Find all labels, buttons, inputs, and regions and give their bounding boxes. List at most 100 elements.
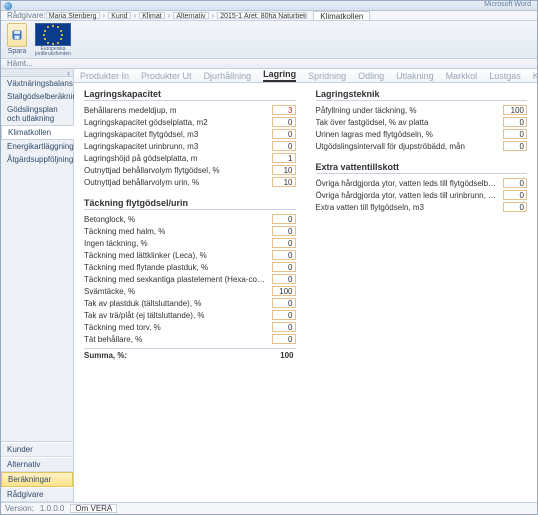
field-input[interactable]: 0 [272,322,296,332]
field-input[interactable]: 10 [272,165,296,175]
field-input[interactable]: 1 [272,153,296,163]
sidebar-item-4[interactable]: Energikartläggning [1,140,73,153]
sidebar: ‹ VäxtnäringsbalansStallgödselberäkningG… [1,69,74,502]
field-label: Outnyttjad behållarvolym flytgödsel, % [84,166,272,175]
field-input[interactable]: 0 [503,190,527,200]
section: Täckning flytgödsel/urinBetonglock, %0Tä… [84,198,296,360]
sidebar-item-0[interactable]: Växtnäringsbalans [1,77,73,90]
field-input[interactable]: 0 [272,274,296,284]
form-row: Lagringskapacitet urinbrunn, m30 [84,140,296,152]
main: Produkter In Produkter Ut Djurhållning Lagr… [74,69,537,502]
sidebar-item-2[interactable]: Gödslingsplan och utlakning [1,103,73,125]
field-input[interactable]: 0 [272,262,296,272]
save-button[interactable] [7,23,27,47]
form-row: Tak av trä/plåt (ej tältsluttande), %0 [84,309,296,321]
field-input[interactable]: 10 [272,177,296,187]
field-label: Lagringskapacitet gödselplatta, m2 [84,118,272,127]
field-input[interactable]: 0 [272,141,296,151]
sidebar-bottom-item-1[interactable]: Alternativ [1,457,73,472]
eu-flag-icon [35,23,71,46]
field-input[interactable]: 0 [272,310,296,320]
field-input[interactable]: 0 [272,334,296,344]
field-input[interactable]: 0 [503,129,527,139]
main-tabs: Produkter In Produkter Ut Djurhållning Lagr… [74,69,537,83]
section-title: Extra vattentillskott [316,162,528,174]
chevron-right-icon: › [131,11,140,20]
form-row: Outnyttjad behållarvolym flytgödsel, %10 [84,164,296,176]
form-row: Täckning med halm, %0 [84,225,296,237]
field-input[interactable]: 0 [272,129,296,139]
breadcrumb-klimat[interactable]: Klimat [139,12,164,19]
tab-spridning[interactable]: Spridning [308,71,346,82]
form-row: Behållarens medeldjup, m3 [84,104,296,116]
field-label: Övriga hårdgjorda ytor, vatten leds till… [316,179,504,188]
tab-lustgas[interactable]: Lustgas [489,71,521,82]
breadcrumb-kund[interactable]: Kund [108,12,130,19]
field-label: Extra vatten till flytgödseln, m3 [316,203,504,212]
tab-markkol[interactable]: Markkol [446,71,478,82]
about-button[interactable]: Om VERA [70,504,117,513]
section: Extra vattentillskott Övriga hårdgjorda y… [316,162,528,213]
tab-utlakning[interactable]: Utlakning [396,71,434,82]
breadcrumb-year[interactable]: 2015-1 Året: 80ha Naturbete Sta [217,12,307,19]
tab-djurhållning[interactable]: Djurhållning [204,71,252,82]
field-label: Lagringshöjd på gödselplatta, m [84,154,272,163]
field-label: Täckning med halm, % [84,227,272,236]
field-input[interactable]: 0 [272,238,296,248]
sidebar-bottom-item-2[interactable]: Beräkningar [1,472,73,487]
field-label: Svämtäcke, % [84,287,272,296]
field-input[interactable]: 0 [503,141,527,151]
ribbon: Spara Europeiska jordbruksfonden [1,21,537,59]
sidebar-item-1[interactable]: Stallgödselberäkning [1,90,73,103]
tab-klimat[interactable]: Klimat [533,71,537,82]
field-label: Täckning med sexkantiga plastelement (He… [84,275,272,284]
form-row: Ingen täckning, %0 [84,237,296,249]
field-input[interactable]: 0 [272,250,296,260]
tab-odling[interactable]: Odling [358,71,384,82]
form-row: Övriga hårdgjorda ytor, vatten leds till… [316,189,528,201]
content-left-column: LagringskapacitetBehållarens medeldjup, … [84,89,296,370]
field-input[interactable]: 0 [272,117,296,127]
field-label: Täckning med lättklinker (Leca), % [84,251,272,260]
sidebar-item-3[interactable]: Klimatkollen [1,125,74,140]
field-input[interactable]: 100 [272,286,296,296]
field-input[interactable]: 0 [272,226,296,236]
field-label: Betonglock, % [84,215,272,224]
section: LagringskapacitetBehållarens medeldjup, … [84,89,296,188]
form-row: Täckning med flytande plastduk, %0 [84,261,296,273]
field-label: Utgödslingsintervall för djupströbädd, m… [316,142,504,151]
field-input[interactable]: 0 [503,117,527,127]
breadcrumb-radgivare[interactable]: Maria Stenberg [46,12,100,19]
sidebar-item-5[interactable]: Åtgärdsuppföljning [1,153,73,166]
breadcrumb-alternativ[interactable]: Alternativ [173,12,208,19]
form-row: Tak av plastduk (tältsluttande), %0 [84,297,296,309]
tab-lagring[interactable]: Lagring [263,69,296,82]
toolstrip: Hämt... [1,59,537,69]
field-input[interactable]: 0 [503,178,527,188]
sidebar-bottom-item-3[interactable]: Rådgivare [1,487,73,502]
sidebar-nav: VäxtnäringsbalansStallgödselberäkningGöd… [1,77,73,166]
field-input[interactable]: 0 [503,202,527,212]
chevron-right-icon: › [165,11,174,20]
toolstrip-label[interactable]: Hämt... [7,59,33,68]
field-label: Tät behållare, % [84,335,272,344]
field-label: Tak av trä/plåt (ej tältsluttande), % [84,311,272,320]
app-orb-icon[interactable] [4,2,12,10]
form-row: Utgödslingsintervall för djupströbädd, m… [316,140,528,152]
field-input[interactable]: 0 [272,298,296,308]
field-label: Täckning med flytande plastduk, % [84,263,272,272]
status-bar: Version: 1.0.0.0 Om VERA [1,502,537,514]
tab-produkter-ut[interactable]: Produkter Ut [141,71,192,82]
field-input[interactable]: 3 [272,105,296,115]
field-input[interactable]: 0 [272,214,296,224]
tab-produkter-in[interactable]: Produkter In [80,71,129,82]
sidebar-bottom-item-0[interactable]: Kunder [1,442,73,457]
breadcrumb-active-tab[interactable]: Klimatkollen [313,11,370,21]
form-row: Påfyllning under täckning, %100 [316,104,528,116]
save-caption: Spara [8,48,27,55]
field-label: Lagringskapacitet urinbrunn, m3 [84,142,272,151]
sidebar-collapse-button[interactable]: ‹ [1,69,73,77]
field-input[interactable]: 100 [503,105,527,115]
form-row: Övriga hårdgjorda ytor, vatten leds till… [316,177,528,189]
form-row: Lagringskapacitet flytgödsel, m30 [84,128,296,140]
